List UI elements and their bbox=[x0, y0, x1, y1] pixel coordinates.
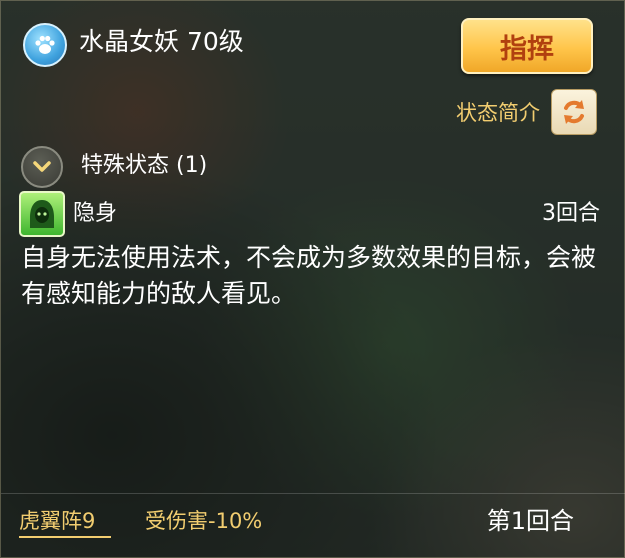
status-duration: 3回合 bbox=[542, 201, 600, 226]
special-status-title: 特殊状态 (1) bbox=[81, 153, 208, 178]
footer-divider bbox=[1, 493, 625, 494]
status-description: 自身无法使用法术，不会成为多数效果的目标，会被有感知能力的敌人看见。 bbox=[21, 243, 597, 308]
unit-name: 水晶女妖 70级 bbox=[79, 27, 244, 56]
status-name: 隐身 bbox=[73, 201, 118, 226]
stealth-icon[interactable] bbox=[19, 191, 65, 237]
command-button-label: 指挥 bbox=[500, 33, 554, 65]
status-intro-button[interactable] bbox=[551, 89, 597, 135]
status-intro-label: 状态简介 bbox=[456, 101, 540, 125]
command-button[interactable]: 指挥 bbox=[461, 18, 593, 74]
collapse-toggle[interactable] bbox=[21, 146, 63, 188]
refresh-icon bbox=[564, 100, 584, 124]
round-indicator: 第1回合 bbox=[486, 507, 574, 535]
paw-icon bbox=[23, 23, 67, 67]
formation-underline bbox=[19, 536, 111, 538]
formation-link[interactable]: 虎翼阵9 bbox=[19, 507, 95, 535]
unit-status-panel: 水晶女妖 70级 指挥 状态简介 特殊状态 (1) 隐身 3回合 自身无法使用法… bbox=[0, 0, 625, 558]
formation-effect: 受伤害-10% bbox=[145, 509, 263, 533]
chevron-down-icon bbox=[33, 161, 51, 172]
